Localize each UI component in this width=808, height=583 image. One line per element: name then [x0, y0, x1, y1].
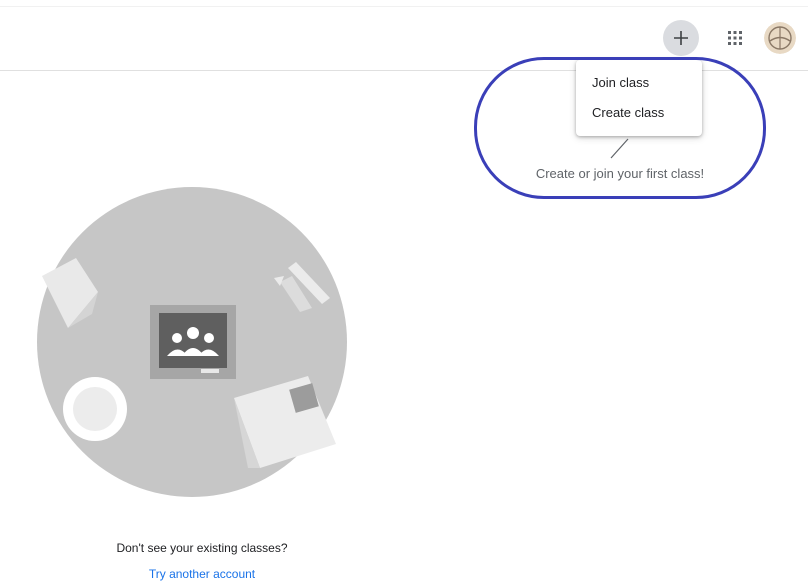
classroom-illustration	[37, 187, 347, 497]
try-another-account-link[interactable]: Try another account	[40, 567, 364, 581]
add-class-menu: Join class Create class	[576, 60, 702, 136]
account-avatar[interactable]	[764, 22, 796, 54]
plus-icon	[674, 31, 688, 45]
blackboard-icon	[150, 305, 236, 379]
join-class-menu-item[interactable]: Join class	[576, 68, 702, 98]
apps-grid-icon	[728, 31, 742, 45]
no-classes-message: Don't see your existing classes?	[116, 541, 288, 555]
callout-pointer-line	[610, 138, 629, 159]
cup-icon	[63, 377, 127, 441]
google-apps-button[interactable]	[720, 23, 750, 53]
first-class-hint: Create or join your first class!	[535, 166, 705, 181]
add-class-button[interactable]	[663, 20, 699, 56]
create-class-menu-item[interactable]: Create class	[576, 98, 702, 128]
avatar-icon	[764, 22, 796, 54]
